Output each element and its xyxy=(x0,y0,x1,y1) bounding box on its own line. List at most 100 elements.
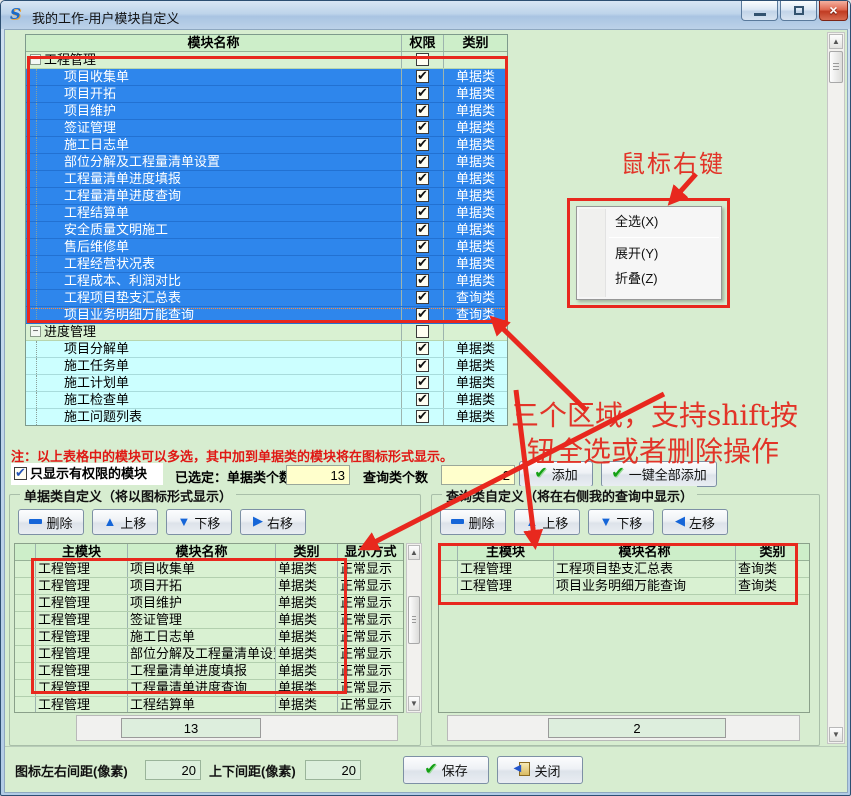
h-spacing-field[interactable] xyxy=(145,760,201,780)
permission-checkbox[interactable] xyxy=(416,393,429,406)
row-selector[interactable] xyxy=(15,629,35,645)
query-count-field[interactable] xyxy=(441,465,515,485)
module-row[interactable]: 工程结算单单据类 xyxy=(26,205,507,222)
module-row[interactable]: 工程项目垫支汇总表查询类 xyxy=(26,290,507,307)
permission-checkbox[interactable] xyxy=(416,308,429,321)
module-row[interactable]: 项目开拓单据类 xyxy=(26,86,507,103)
row-selector[interactable] xyxy=(15,595,35,611)
v-spacing-field[interactable] xyxy=(305,760,361,780)
permission-checkbox[interactable] xyxy=(416,189,429,202)
query-move-left-button[interactable]: 左移 xyxy=(662,509,728,535)
close-dialog-button[interactable]: 关闭 xyxy=(497,756,583,784)
menu-item[interactable]: 展开(Y) xyxy=(577,241,721,266)
module-row[interactable]: 项目维护单据类 xyxy=(26,103,507,120)
scroll-down-icon[interactable]: ▼ xyxy=(829,727,843,742)
module-row[interactable]: 部位分解及工程量清单设置单据类 xyxy=(26,154,507,171)
scrollbar-thumb[interactable] xyxy=(829,51,843,83)
row-selector[interactable] xyxy=(15,612,35,628)
row-selector[interactable] xyxy=(15,646,35,662)
table-row[interactable]: 工程管理工程结算单单据类正常显示 xyxy=(15,697,403,713)
module-row[interactable]: 安全质量文明施工单据类 xyxy=(26,222,507,239)
permission-checkbox[interactable] xyxy=(416,87,429,100)
table-row[interactable]: 工程管理工程项目垫支汇总表查询类 xyxy=(439,561,809,578)
query-delete-button[interactable]: 删除 xyxy=(440,509,506,535)
tree-collapse-icon[interactable]: − xyxy=(30,326,41,337)
cell: 工程项目垫支汇总表 xyxy=(553,561,735,577)
module-row[interactable]: 项目业务明细万能查询查询类 xyxy=(26,307,507,324)
module-row[interactable]: 项目收集单单据类 xyxy=(26,69,507,86)
row-selector[interactable] xyxy=(15,680,35,696)
module-row[interactable]: 施工问题列表单据类 xyxy=(26,409,507,426)
module-row[interactable]: 工程经营状况表单据类 xyxy=(26,256,507,273)
permission-checkbox[interactable] xyxy=(416,70,429,83)
permission-checkbox[interactable] xyxy=(416,342,429,355)
row-selector[interactable] xyxy=(15,697,35,713)
doc-move-up-button[interactable]: 上移 xyxy=(92,509,158,535)
table-row[interactable]: 工程管理部位分解及工程量清单设置单据类正常显示 xyxy=(15,646,403,663)
permission-checkbox[interactable] xyxy=(416,138,429,151)
module-row[interactable]: 售后维修单单据类 xyxy=(26,239,507,256)
row-selector[interactable] xyxy=(15,663,35,679)
maximize-button[interactable] xyxy=(780,1,817,21)
title-bar[interactable]: S 我的工作-用户模块自定义 × xyxy=(1,1,850,29)
table-row[interactable]: 工程管理项目业务明细万能查询查询类 xyxy=(439,578,809,595)
permission-checkbox[interactable] xyxy=(416,359,429,372)
scrollbar-thumb[interactable] xyxy=(408,596,420,644)
doc-delete-button[interactable]: 删除 xyxy=(18,509,84,535)
permission-checkbox[interactable] xyxy=(416,223,429,236)
permission-checkbox[interactable] xyxy=(416,53,429,66)
menu-item[interactable]: 全选(X) xyxy=(577,209,721,234)
permission-checkbox[interactable] xyxy=(416,291,429,304)
module-row[interactable]: 项目分解单单据类 xyxy=(26,341,507,358)
permission-checkbox[interactable] xyxy=(416,104,429,117)
permission-checkbox[interactable] xyxy=(416,274,429,287)
table-row[interactable]: 工程管理工程量清单进度填报单据类正常显示 xyxy=(15,663,403,680)
table-row[interactable]: 工程管理施工日志单单据类正常显示 xyxy=(15,629,403,646)
only-permission-checkbox[interactable] xyxy=(14,467,27,480)
tree-collapse-icon[interactable]: − xyxy=(30,54,41,65)
scroll-down-icon[interactable]: ▼ xyxy=(408,696,420,711)
group-row[interactable]: −工程管理 xyxy=(26,52,507,69)
permission-checkbox[interactable] xyxy=(416,257,429,270)
module-row[interactable]: 签证管理单据类 xyxy=(26,120,507,137)
permission-checkbox[interactable] xyxy=(416,376,429,389)
query-move-down-button[interactable]: 下移 xyxy=(588,509,654,535)
permission-checkbox[interactable] xyxy=(416,240,429,253)
permission-checkbox[interactable] xyxy=(416,410,429,423)
row-selector[interactable] xyxy=(15,578,35,594)
permission-checkbox[interactable] xyxy=(416,325,429,338)
permission-checkbox[interactable] xyxy=(416,121,429,134)
module-row[interactable]: 施工计划单单据类 xyxy=(26,375,507,392)
doc-move-down-button[interactable]: 下移 xyxy=(166,509,232,535)
module-row[interactable]: 工程量清单进度填报单据类 xyxy=(26,171,507,188)
row-selector[interactable] xyxy=(439,578,457,594)
module-row[interactable]: 施工日志单单据类 xyxy=(26,137,507,154)
table-row[interactable]: 工程管理项目开拓单据类正常显示 xyxy=(15,578,403,595)
module-row[interactable]: 工程成本、利润对比单据类 xyxy=(26,273,507,290)
permission-checkbox[interactable] xyxy=(416,172,429,185)
table-row[interactable]: 工程管理项目收集单单据类正常显示 xyxy=(15,561,403,578)
table-row[interactable]: 工程管理工程量清单进度查询单据类正常显示 xyxy=(15,680,403,697)
module-row[interactable]: 施工检查单单据类 xyxy=(26,392,507,409)
query-move-up-button[interactable]: 上移 xyxy=(514,509,580,535)
only-permission-checkbox-area[interactable]: 只显示有权限的模块 xyxy=(11,463,163,485)
table-row[interactable]: 工程管理项目维护单据类正常显示 xyxy=(15,595,403,612)
close-button[interactable]: × xyxy=(819,1,848,21)
minimize-button[interactable] xyxy=(741,1,778,21)
scroll-up-icon[interactable]: ▲ xyxy=(408,545,420,560)
doc-move-right-button[interactable]: 右移 xyxy=(240,509,306,535)
module-row[interactable]: 工程量清单进度查询单据类 xyxy=(26,188,507,205)
module-row[interactable]: 施工任务单单据类 xyxy=(26,358,507,375)
permission-checkbox[interactable] xyxy=(416,206,429,219)
table-row[interactable]: 工程管理签证管理单据类正常显示 xyxy=(15,612,403,629)
doc-count-field[interactable] xyxy=(286,465,350,485)
permission-checkbox[interactable] xyxy=(416,155,429,168)
group-row[interactable]: −进度管理 xyxy=(26,324,507,341)
window-scrollbar[interactable]: ▲ ▼ xyxy=(827,32,845,744)
save-button[interactable]: 保存 xyxy=(403,756,489,784)
doc-table-scrollbar[interactable]: ▲ ▼ xyxy=(406,543,422,713)
row-selector[interactable] xyxy=(15,561,35,577)
menu-item[interactable]: 折叠(Z) xyxy=(577,266,721,291)
scroll-up-icon[interactable]: ▲ xyxy=(829,34,843,49)
row-selector[interactable] xyxy=(439,561,457,577)
